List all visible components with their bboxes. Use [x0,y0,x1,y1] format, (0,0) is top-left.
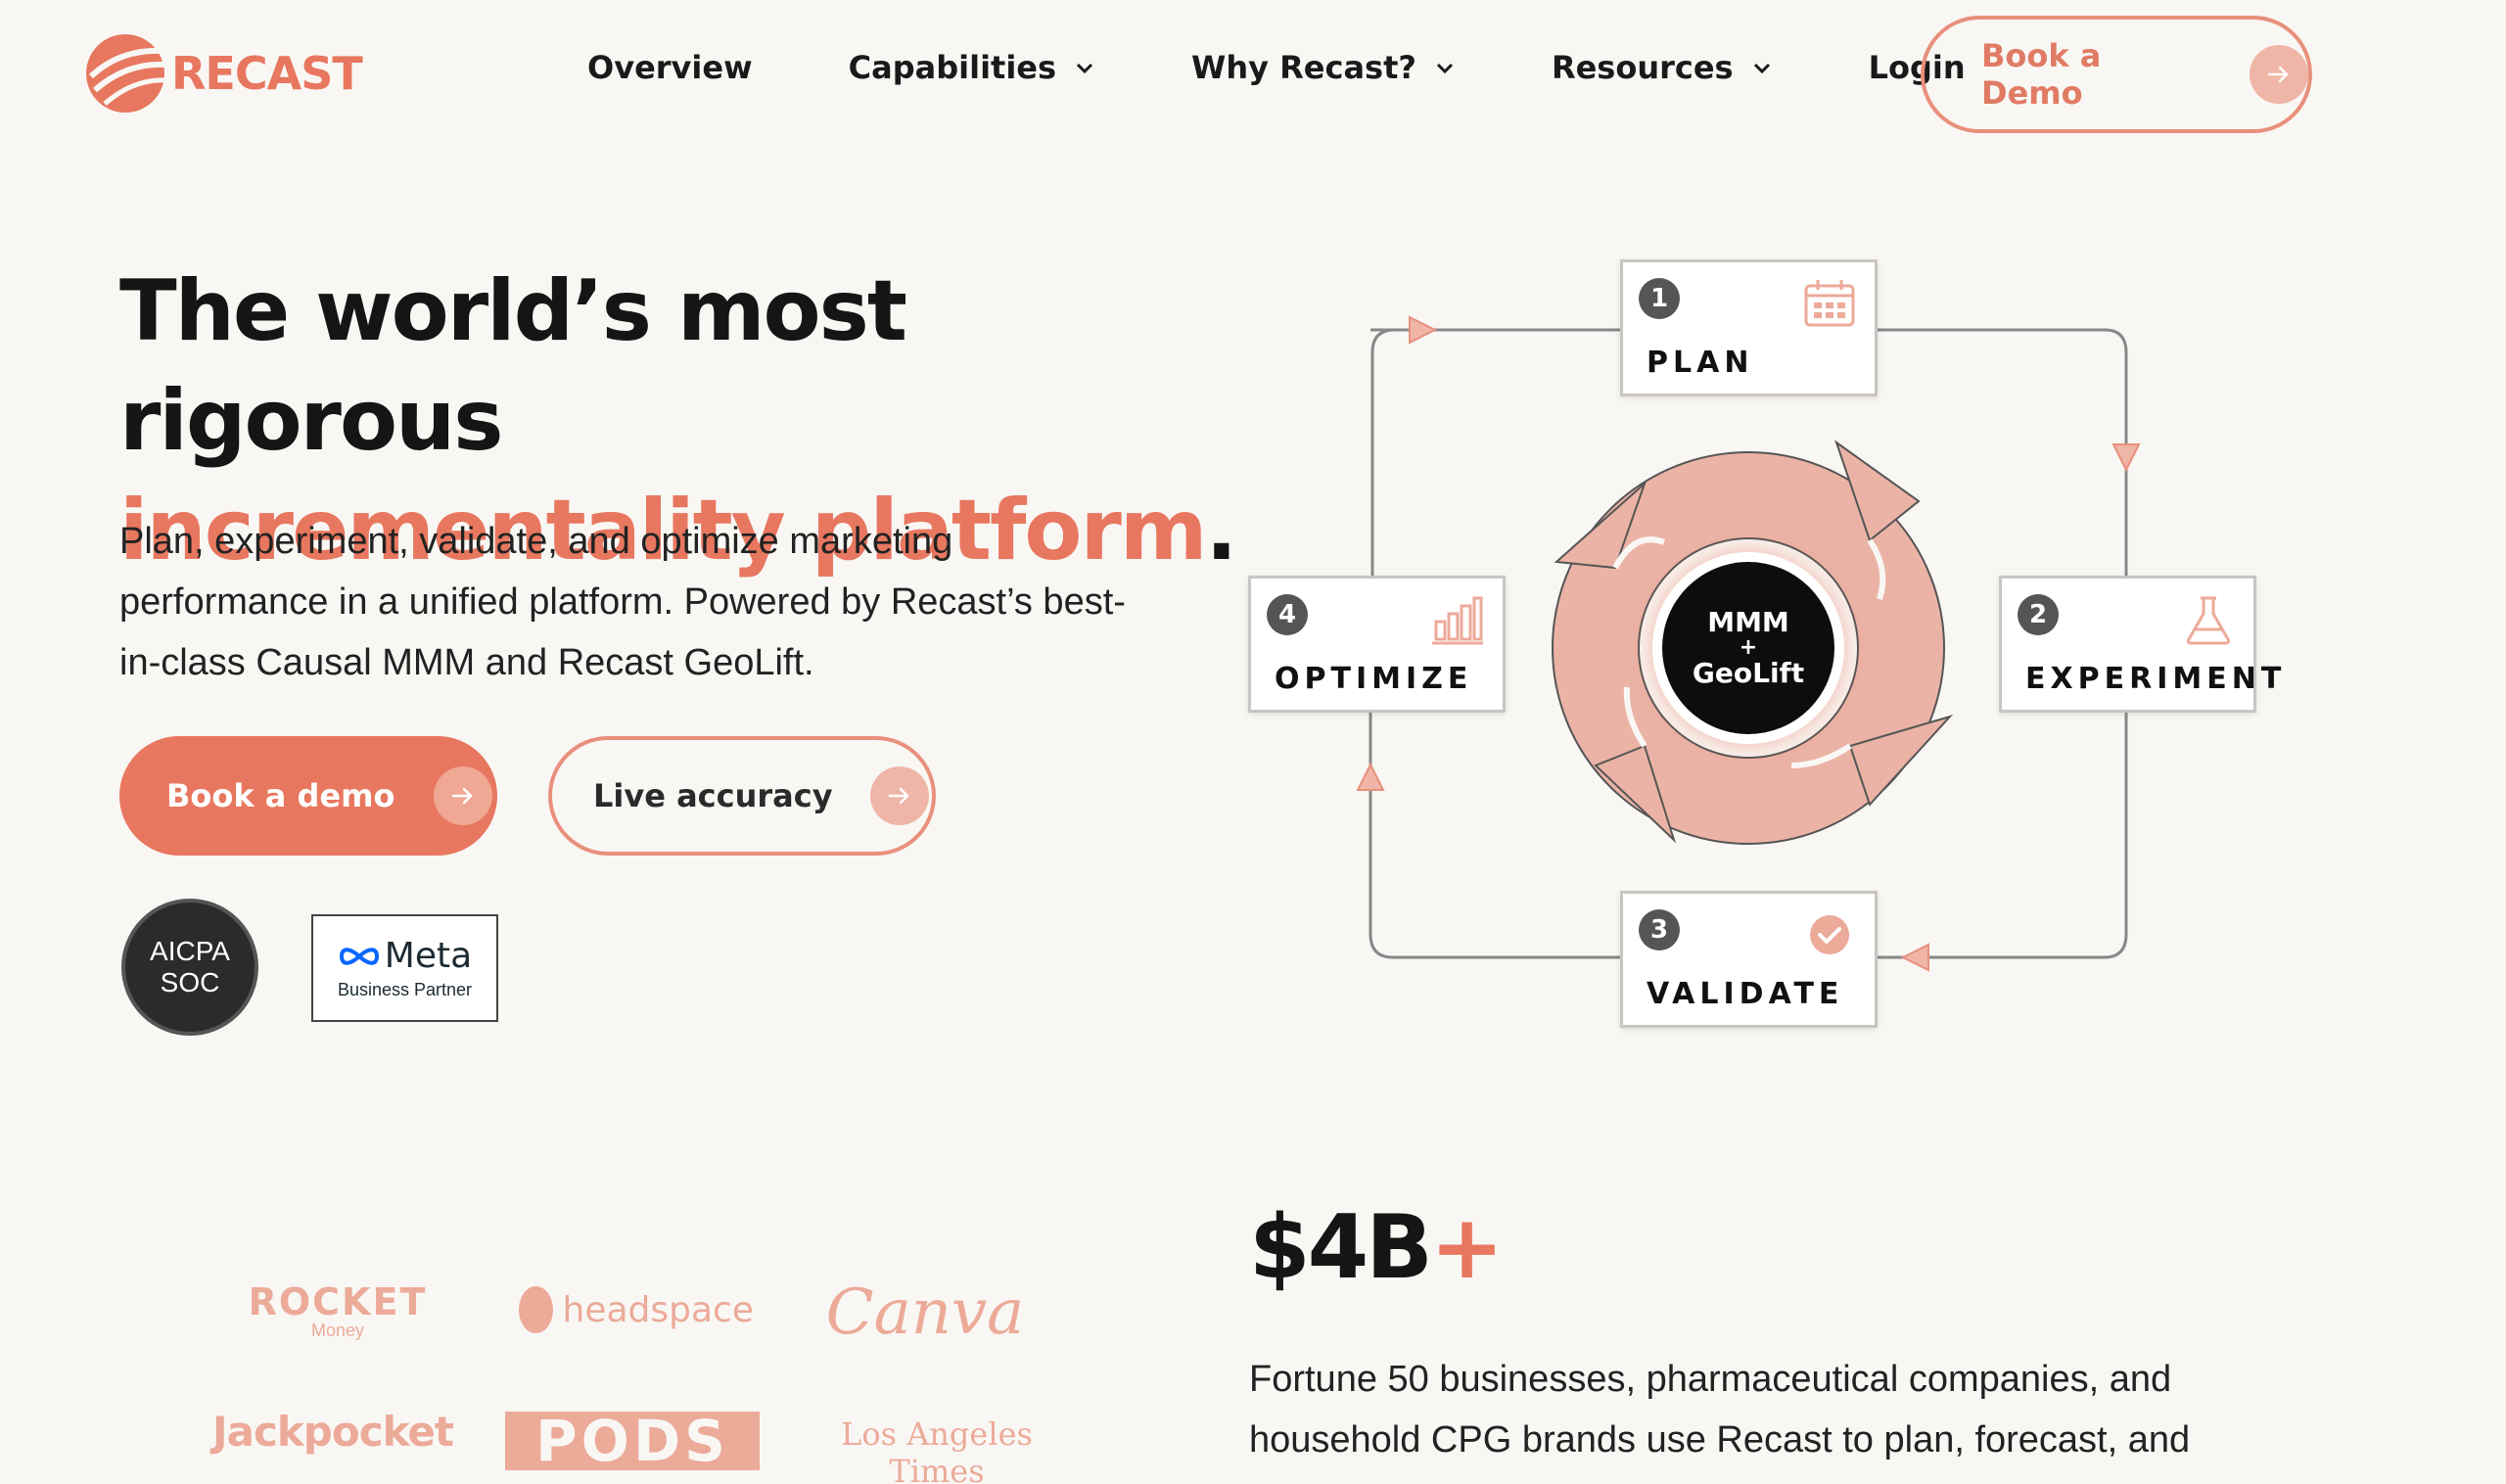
nav-capabilities-label: Capabilities [848,49,1057,86]
step-experiment: 2 EXPERIMENT [1999,576,2281,713]
check-circle-icon [1810,915,1849,954]
logo-pods-name: PODS [535,1408,729,1474]
step-optimize: 4 OPTIMIZE [1248,576,1506,713]
meta-infinity-icon [339,947,379,965]
customer-logos: ROCKET Money headspace Canva Jackpocket … [196,1263,1096,1484]
logo-canva: Canva [822,1276,1028,1349]
hero-subtitle: Plan, experiment, validate, and optimize… [119,521,1126,683]
logo-pods: PODS [505,1408,760,1474]
aicpa-badge-line1: AICPA [150,936,230,966]
logo-rocket-sub: Money [310,1321,365,1340]
hero-title-period: . [1205,482,1238,580]
hub-line1: MMM [1707,606,1789,638]
flask-icon [2186,596,2231,645]
step-optimize-label: OPTIMIZE [1275,662,1473,696]
recast-logo-icon [86,34,168,113]
chevron-down-icon [1436,63,1453,74]
stat-plus: + [1429,1196,1504,1299]
live-accuracy-button[interactable]: Live accuracy [548,736,936,856]
book-a-demo-nav-button[interactable]: Book a Demo [1921,16,2312,133]
aicpa-soc-badge: AICPA SOC [121,899,258,1036]
logo-jackpocket: Jackpocket [206,1408,460,1456]
arrow-right-icon [434,766,493,825]
aicpa-badge-line2: SOC [160,967,220,997]
logo-canva-name: Canva [825,1276,1025,1349]
meta-badge-subtitle: Business Partner [337,980,473,999]
nav-resources-label: Resources [1551,49,1734,86]
top-navigation: RECAST Overview Capabilities Why Recast?… [0,0,2506,152]
step-plan: 1 PLAN [1620,259,1878,396]
step-experiment-number: 2 [2018,594,2059,635]
step-experiment-label: EXPERIMENT [2025,662,2287,696]
logo-rocket-money: ROCKET Money [240,1282,436,1339]
arrow-right-icon [2250,45,2308,104]
step-validate: 3 VALIDATE [1620,891,1878,1028]
step-optimize-number: 4 [1267,594,1308,635]
logo-lat-name: Los Angeles Times [841,1415,1033,1484]
mmm-geolift-hub: MMM + GeoLift [1662,562,1834,734]
book-a-demo-label: Book a demo [166,777,395,814]
recast-cycle-diagram: 1 PLAN 2 EXPERIMENT 3 VALIDATE 4 OPTIMIZ… [1243,256,2281,1040]
arrow-right-icon [869,766,929,825]
calendar-icon [1804,280,1855,327]
meta-wordmark: Meta [384,936,473,976]
stat-description: Fortune 50 businesses, pharmaceutical co… [1249,1359,2191,1461]
step-plan-number: 1 [1639,278,1680,319]
nav-overview[interactable]: Overview [587,49,753,86]
step-validate-number: 3 [1639,909,1680,951]
main-menu: Overview Capabilities Why Recast? Resour… [587,49,1966,86]
hero-title-line1: The world’s most rigorous [119,262,907,470]
stat-number: $4B [1249,1196,1433,1299]
bar-chart-icon [1432,596,1483,645]
logo-jackpocket-name: Jackpocket [212,1408,454,1456]
recast-logo[interactable]: RECAST [81,29,363,117]
meta-business-partner-badge: Meta Business Partner [311,914,498,1022]
headspace-dot-icon [519,1286,553,1333]
chevron-down-icon [1753,63,1770,74]
step-plan-label: PLAN [1647,346,1754,380]
hub-line2: + [1739,635,1758,660]
logo-headspace-name: headspace [562,1289,755,1330]
stat-headline: $4B+ [1249,1196,1504,1299]
step-validate-label: VALIDATE [1647,977,1844,1011]
hub-line3: GeoLift [1692,657,1805,689]
book-a-demo-nav-label: Book a Demo [1981,37,2102,112]
nav-why-recast[interactable]: Why Recast? [1191,49,1456,86]
nav-overview-label: Overview [587,49,753,86]
nav-capabilities[interactable]: Capabilities [849,49,1095,86]
logo-text: RECAST [171,47,363,100]
live-accuracy-label: Live accuracy [593,777,833,814]
book-a-demo-button[interactable]: Book a demo [119,736,497,856]
logo-los-angeles-times: Los Angeles Times [814,1415,1059,1484]
chevron-down-icon [1076,63,1093,74]
nav-why-recast-label: Why Recast? [1191,49,1416,86]
nav-resources[interactable]: Resources [1552,49,1773,86]
logo-headspace: headspace [519,1286,754,1333]
logo-rocket-name: ROCKET [248,1280,428,1323]
